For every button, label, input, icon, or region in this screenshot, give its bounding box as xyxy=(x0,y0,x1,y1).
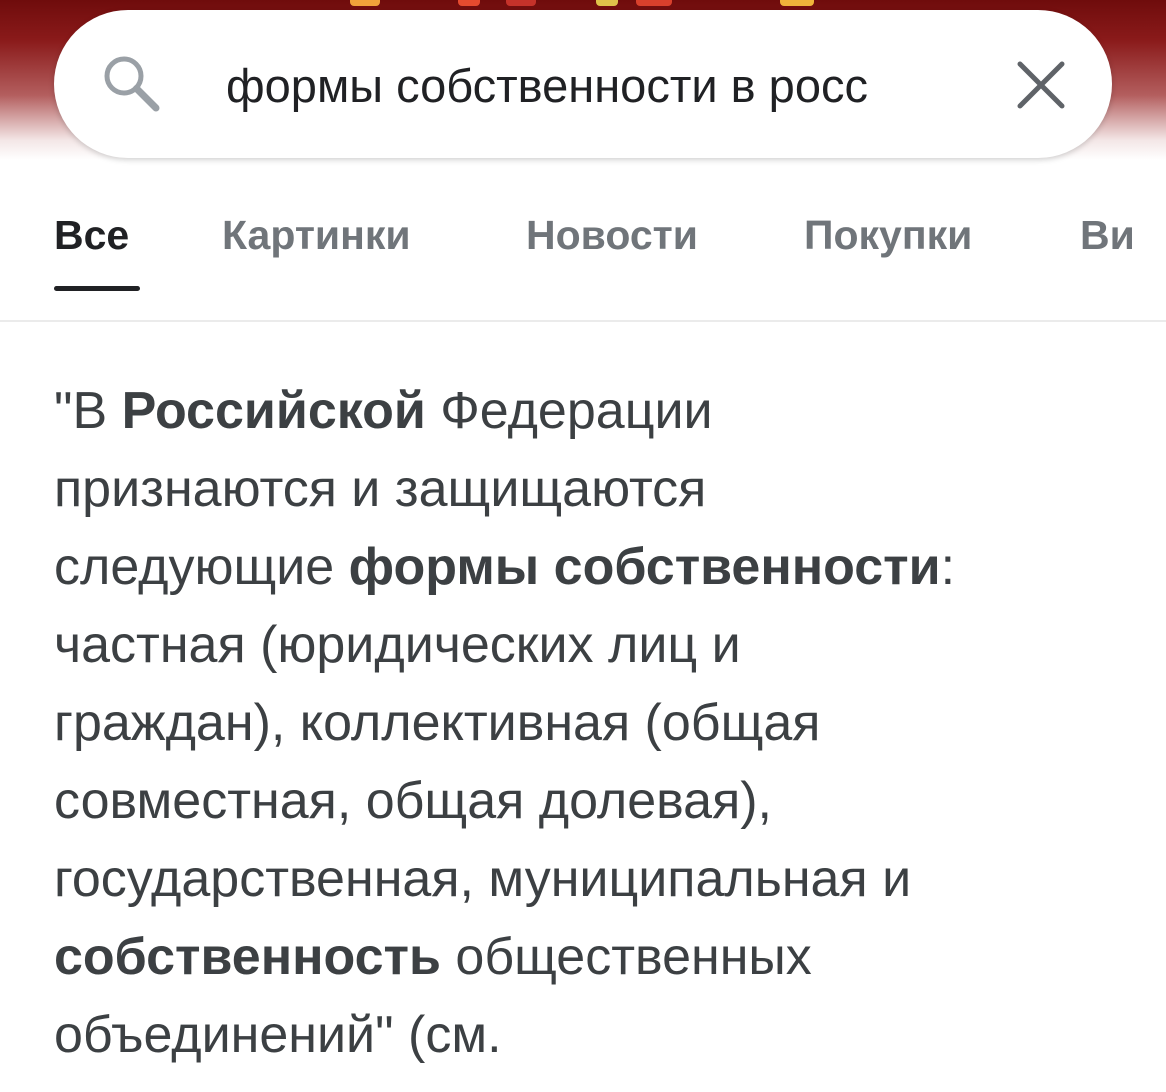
tab-news[interactable]: Новости xyxy=(526,212,698,259)
close-icon[interactable] xyxy=(1014,58,1068,112)
snippet-highlight: Российской xyxy=(121,382,426,440)
snippet-text: "В xyxy=(54,382,122,440)
tab-video[interactable]: Ви xyxy=(1080,212,1135,259)
header-peek-decoration xyxy=(596,0,618,6)
snippet-highlight: собственность xyxy=(54,928,441,986)
snippet-highlight: формы собственности xyxy=(348,538,941,596)
tab-shopping[interactable]: Покупки xyxy=(804,212,972,259)
tab-images[interactable]: Картинки xyxy=(222,212,411,259)
snippet-line: следующие формы собственности: xyxy=(54,528,1154,606)
snippet-line: собственность общественных xyxy=(54,918,1154,996)
active-tab-indicator xyxy=(54,286,140,291)
snippet-text: : xyxy=(940,538,956,596)
header-peek-decoration xyxy=(780,0,814,6)
snippet-line: государственная, муниципальная и xyxy=(54,850,912,908)
search-input[interactable] xyxy=(226,50,964,120)
snippet-line: признаются и защищаются xyxy=(54,460,707,518)
snippet-line: "В Российской Федерации xyxy=(54,372,1154,450)
snippet-text: общественных xyxy=(440,928,812,986)
header-peek-decoration xyxy=(458,0,480,6)
snippet-line: объединений" (см. xyxy=(54,1006,502,1064)
tab-all[interactable]: Все xyxy=(54,212,129,259)
featured-snippet: "В Российской Федерации признаются и защ… xyxy=(54,372,1154,1074)
header-peek-decoration xyxy=(506,0,536,6)
search-tabs: Все Картинки Новости Покупки Ви xyxy=(0,190,1166,322)
snippet-text: Федерации xyxy=(425,382,713,440)
snippet-line: частная (юридических лиц и xyxy=(54,616,741,674)
search-icon[interactable] xyxy=(100,52,162,114)
header-peek-decoration xyxy=(350,0,380,6)
snippet-line: совместная, общая долевая), xyxy=(54,772,772,830)
snippet-text: следующие xyxy=(54,538,349,596)
snippet-line: граждан), коллективная (общая xyxy=(54,694,821,752)
header-peek-decoration xyxy=(636,0,672,6)
